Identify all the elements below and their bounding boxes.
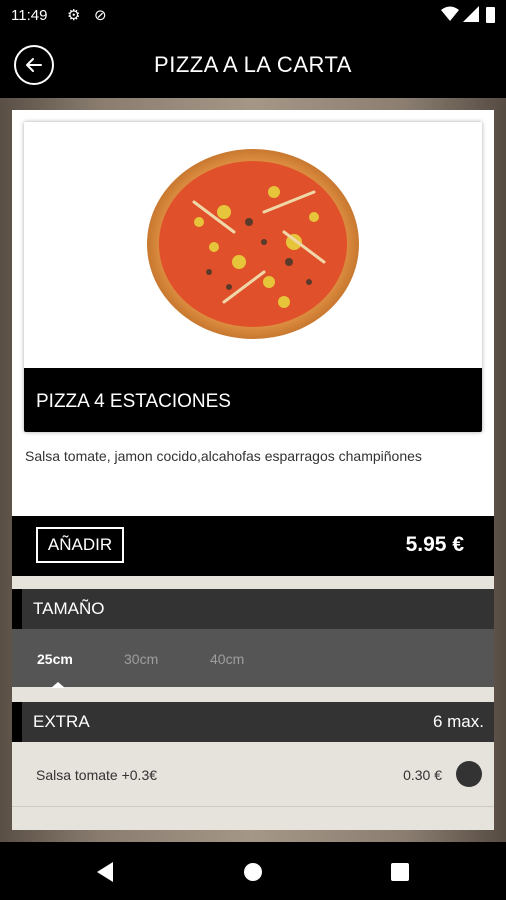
tab-size-40cm[interactable]: 40cm xyxy=(210,651,244,667)
tab-size-30cm[interactable]: 30cm xyxy=(124,651,158,667)
size-section-header: TAMAÑO xyxy=(12,589,494,629)
tab-size-25cm[interactable]: 25cm xyxy=(37,651,73,667)
extra-item-price: 0.30 € xyxy=(403,767,442,783)
product-price: 5.95 € xyxy=(405,533,464,556)
wifi-icon xyxy=(441,6,459,21)
nav-home-icon[interactable] xyxy=(244,863,262,881)
product-name-bar: PIZZA 4 ESTACIONES xyxy=(24,368,482,432)
product-description: Salsa tomate, jamon cocido,alcahofas esp… xyxy=(25,448,422,464)
active-tab-indicator xyxy=(51,682,65,688)
pizza-photo xyxy=(147,149,359,339)
product-name: PIZZA 4 ESTACIONES xyxy=(36,391,231,412)
status-bar: 11:49 ⚙ ⊘ xyxy=(0,0,506,32)
gear-icon: ⚙ xyxy=(67,7,81,24)
pizza-image xyxy=(24,122,482,368)
extra-section-header: EXTRA 6 max. xyxy=(12,702,494,742)
system-nav-bar xyxy=(0,842,506,900)
nav-recents-icon[interactable] xyxy=(391,863,409,881)
battery-icon xyxy=(486,7,495,23)
size-tabs: 25cm 30cm 40cm xyxy=(12,629,494,688)
extra-item[interactable]: Salsa tomate +0.3€ 0.30 € xyxy=(12,742,494,807)
cell-signal-icon xyxy=(463,6,479,22)
product-card: PIZZA 4 ESTACIONES xyxy=(24,122,482,432)
price-bar: AÑADIR 5.95 € xyxy=(12,516,494,576)
status-time: 11:49 xyxy=(11,7,48,24)
extra-select-toggle[interactable] xyxy=(456,761,482,787)
page-title: PIZZA A LA CARTA xyxy=(154,52,352,77)
extra-section-title: EXTRA xyxy=(33,712,90,731)
extra-item-name: Salsa tomate +0.3€ xyxy=(36,767,158,783)
product-panel: PIZZA 4 ESTACIONES Salsa tomate, jamon c… xyxy=(12,110,494,830)
app-bar: PIZZA A LA CARTA xyxy=(0,32,506,98)
nav-back-icon[interactable] xyxy=(97,862,113,882)
size-section-title: TAMAÑO xyxy=(33,599,105,618)
do-not-disturb-icon: ⊘ xyxy=(94,7,107,24)
extra-limit: 6 max. xyxy=(432,712,484,731)
add-to-cart-button[interactable]: AÑADIR xyxy=(36,527,124,563)
